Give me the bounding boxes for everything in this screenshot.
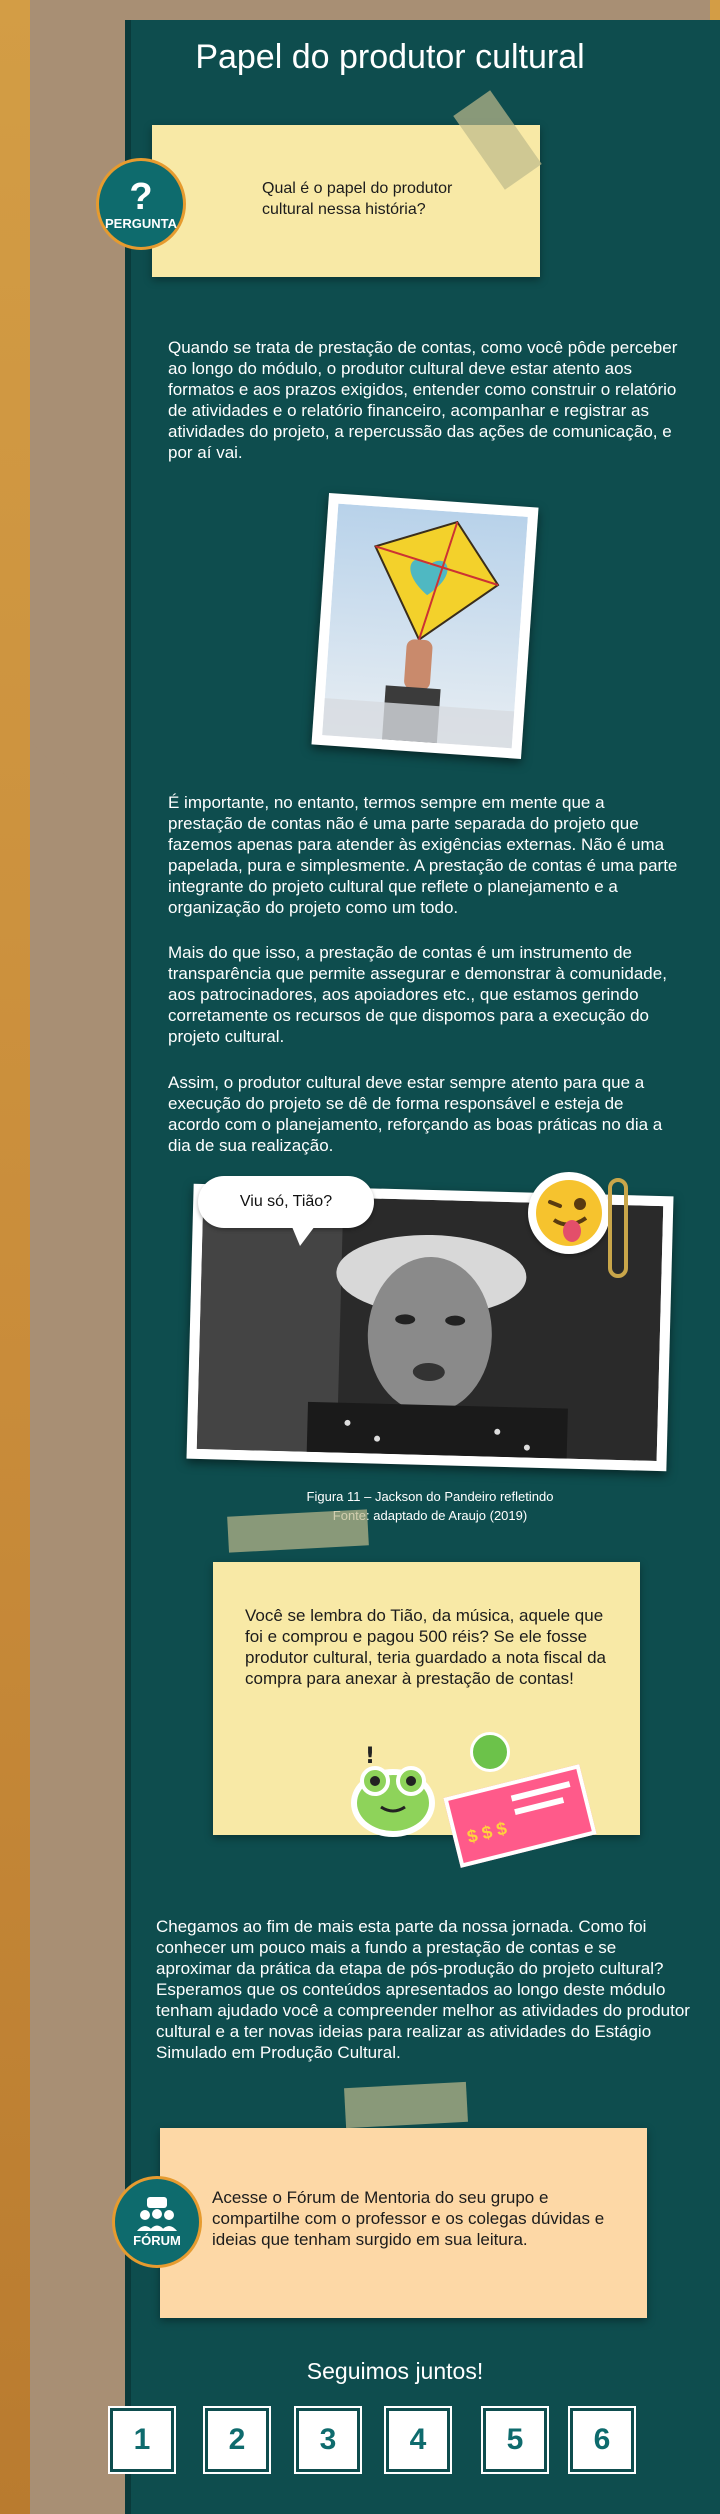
speech-bubble-tail <box>290 1222 318 1246</box>
folder-tab <box>30 0 130 780</box>
forum-badge[interactable]: FÓRUM <box>112 2176 202 2268</box>
tiao-note-text: Você se lembra do Tião, da música, aquel… <box>245 1606 607 1688</box>
paragraph-2: É importante, no entanto, termos sempre … <box>168 793 678 917</box>
speech-bubble: Viu só, Tião? <box>198 1176 374 1228</box>
question-mark-icon: ? <box>129 175 153 218</box>
figure-caption-title: Figura 11 – Jackson do Pandeiro refletin… <box>306 1489 554 1504</box>
closing-text: Seguimos juntos! <box>306 2358 484 2384</box>
paperclip-icon <box>608 1178 628 1278</box>
frog-sticker-icon: ! <box>345 1744 440 1840</box>
paragraph-5: Chegamos ao fim de mais esta parte da no… <box>156 1917 690 2062</box>
paragraph-3: Mais do que isso, a prestação de contas … <box>168 943 667 1046</box>
svg-text:!: ! <box>365 1745 375 1769</box>
pushpin-icon <box>470 1732 510 1772</box>
speech-text: Viu só, Tião? <box>239 1193 333 1210</box>
page-button-1[interactable]: 1 <box>108 2406 176 2474</box>
receipt-lines <box>514 1797 565 1816</box>
paragraph-4: Assim, o produtor cultural deve estar se… <box>168 1073 663 1155</box>
paragraph-1: Quando se trata de prestação de contas, … <box>168 338 678 462</box>
page-title: Papel do produtor cultural <box>195 38 585 76</box>
question-text: Qual é o papel do produtor cultural ness… <box>262 180 453 218</box>
kite-illustration <box>322 503 528 749</box>
forum-text: Acesse o Fórum de Mentoria do seu grupo … <box>212 2188 605 2249</box>
receipt-text: $ $ $ <box>465 1817 509 1848</box>
page-button-2[interactable]: 2 <box>203 2406 271 2474</box>
question-badge: ? PERGUNTA <box>96 158 186 250</box>
kite-photo <box>311 492 539 760</box>
winking-tongue-emoji-icon <box>528 1172 610 1254</box>
forum-badge-label: FÓRUM <box>133 2232 181 2248</box>
tape <box>227 1509 369 1553</box>
page-button-6[interactable]: 6 <box>568 2406 636 2474</box>
question-badge-label: PERGUNTA <box>105 215 177 231</box>
group-chat-icon <box>135 2196 179 2233</box>
tape <box>344 2081 468 2129</box>
page-button-5[interactable]: 5 <box>481 2406 549 2474</box>
page-button-3[interactable]: 3 <box>294 2406 362 2474</box>
page-button-4[interactable]: 4 <box>384 2406 452 2474</box>
